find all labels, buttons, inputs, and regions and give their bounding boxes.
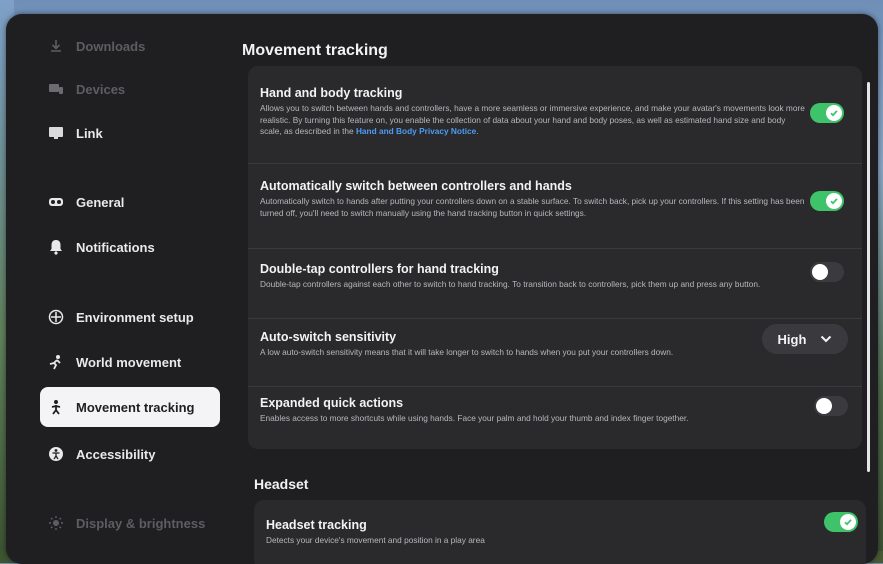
sidebar-item-label: Movement tracking: [76, 399, 195, 415]
row-description-text: Allows you to switch between hands and c…: [260, 103, 805, 136]
sidebar-item-world-movement[interactable]: World movement: [40, 342, 220, 382]
sidebar-item-general[interactable]: General: [40, 182, 220, 222]
sensitivity-value: High: [777, 331, 807, 347]
sidebar-item-label: Devices: [76, 81, 126, 97]
auto-switch-row: Automatically switch between controllers…: [260, 179, 856, 219]
row-title: Expanded quick actions: [260, 396, 404, 410]
expanded-quick-actions-row: Expanded quick actions Enables access to…: [260, 396, 856, 425]
sidebar-item-label: World movement: [76, 354, 182, 370]
sidebar-item-label: Accessibility: [76, 446, 156, 462]
row-title: Hand and body tracking: [260, 86, 403, 100]
hand-body-tracking-toggle[interactable]: [810, 103, 844, 123]
world-movement-icon: [48, 354, 64, 370]
divider: [248, 248, 862, 249]
environment-icon: [48, 309, 64, 325]
check-icon: [830, 198, 838, 205]
devices-icon: [48, 81, 64, 97]
sidebar-item-label: Notifications: [76, 239, 155, 255]
sidebar-item-link[interactable]: Link: [40, 113, 220, 153]
sidebar-item-label: Display & brightness: [76, 515, 206, 531]
download-icon: [48, 38, 64, 54]
sidebar-item-label: Link: [76, 125, 103, 141]
sidebar-item-environment-setup[interactable]: Environment setup: [40, 297, 220, 337]
movement-tracking-card: Hand and body tracking Allows you to swi…: [248, 66, 862, 449]
chevron-down-icon: [821, 335, 832, 343]
scrollbar[interactable]: [867, 82, 870, 472]
headset-tracking-row: Headset tracking Detects your device's m…: [266, 518, 862, 547]
row-title: Headset tracking: [266, 518, 367, 532]
headset-tracking-toggle[interactable]: [824, 512, 858, 532]
settings-panel: Downloads Devices Link General Notificat…: [6, 14, 878, 564]
page-title: Movement tracking: [242, 42, 388, 59]
sidebar-item-downloads[interactable]: Downloads: [40, 26, 220, 66]
sidebar-item-devices[interactable]: Devices: [40, 69, 220, 109]
sidebar-item-label: General: [76, 194, 125, 210]
sidebar-item-accessibility[interactable]: Accessibility: [40, 434, 220, 474]
main-content: Movement tracking Hand and body tracking…: [240, 14, 870, 564]
headset-icon: [48, 194, 64, 210]
sun-icon: [48, 515, 64, 531]
toggle-knob: [840, 514, 856, 530]
row-description: Enables access to more shortcuts while u…: [260, 413, 689, 423]
check-icon: [830, 110, 838, 117]
row-title: Automatically switch between controllers…: [260, 179, 572, 193]
headset-card: Headset tracking Detects your device's m…: [254, 500, 866, 564]
headset-section-title: Headset: [254, 476, 309, 492]
row-description: A low auto-switch sensitivity means that…: [260, 347, 674, 357]
sidebar-item-label: Environment setup: [76, 309, 194, 325]
sidebar-item-movement-tracking[interactable]: Movement tracking: [40, 387, 220, 427]
double-tap-row: Double-tap controllers for hand tracking…: [260, 262, 856, 291]
row-description: Allows you to switch between hands and c…: [260, 103, 805, 138]
check-icon: [844, 519, 852, 526]
hand-body-tracking-row: Hand and body tracking Allows you to swi…: [260, 86, 856, 138]
sidebar: Downloads Devices Link General Notificat…: [6, 14, 236, 564]
row-description: Double-tap controllers against each othe…: [260, 279, 761, 289]
toggle-knob: [826, 193, 842, 209]
toggle-knob: [826, 105, 842, 121]
sidebar-item-label: Downloads: [76, 38, 146, 54]
link-icon: [48, 125, 64, 141]
movement-tracking-icon: [48, 399, 64, 415]
divider: [248, 386, 862, 387]
row-description-end: .: [476, 126, 479, 136]
sensitivity-dropdown[interactable]: High: [762, 324, 848, 354]
divider: [248, 318, 862, 319]
sidebar-item-display-brightness[interactable]: Display & brightness: [40, 503, 220, 543]
row-title: Double-tap controllers for hand tracking: [260, 262, 499, 276]
toggle-knob: [816, 398, 832, 414]
privacy-notice-link[interactable]: Hand and Body Privacy Notice: [356, 126, 476, 136]
bell-icon: [48, 239, 64, 255]
sidebar-item-notifications[interactable]: Notifications: [40, 227, 220, 267]
expanded-quick-actions-toggle[interactable]: [814, 396, 848, 416]
row-description: Detects your device's movement and posit…: [266, 535, 485, 545]
auto-switch-toggle[interactable]: [810, 191, 844, 211]
toggle-knob: [812, 264, 828, 280]
double-tap-toggle[interactable]: [810, 262, 844, 282]
row-description: Automatically switch to hands after putt…: [260, 196, 805, 218]
accessibility-icon: [48, 446, 64, 462]
divider: [248, 163, 862, 164]
